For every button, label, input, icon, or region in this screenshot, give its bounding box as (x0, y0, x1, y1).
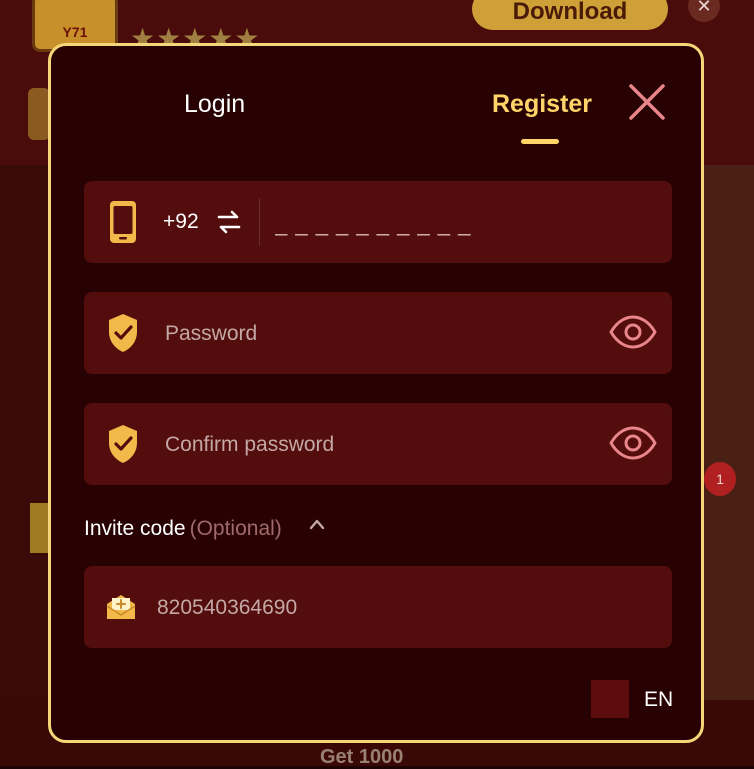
confirm-password-input[interactable] (163, 423, 587, 467)
download-button: Download (472, 0, 668, 30)
tab-login[interactable]: Login (184, 90, 245, 119)
register-modal: Login Register +92 _ _ _ _ _ _ _ _ _ _ I… (48, 43, 704, 743)
chevron-up-icon[interactable] (308, 516, 326, 532)
phone-number-input[interactable] (273, 203, 657, 245)
invite-code-toggle[interactable]: Invite code (Optional) (84, 517, 282, 541)
shield-check-icon (106, 423, 140, 465)
mail-plus-icon (104, 592, 138, 622)
shield-check-icon (106, 312, 140, 354)
background-side-icon (28, 88, 50, 140)
eye-icon[interactable] (608, 314, 658, 350)
language-label[interactable]: EN (644, 688, 673, 712)
field-divider (259, 198, 260, 246)
notification-badge: 1 (704, 462, 736, 496)
background-gold-box (30, 503, 50, 553)
country-code[interactable]: +92 (163, 210, 199, 234)
invite-code-input[interactable] (155, 586, 639, 630)
close-icon[interactable] (627, 82, 667, 122)
active-tab-indicator (521, 139, 559, 144)
invite-code-field (84, 566, 672, 648)
language-flag[interactable] (591, 680, 629, 718)
phone-icon (106, 201, 140, 243)
tab-register[interactable]: Register (492, 90, 592, 119)
invite-optional-label: (Optional) (189, 517, 282, 540)
password-input[interactable] (163, 312, 587, 356)
password-field (84, 292, 672, 374)
swap-arrows-icon[interactable] (217, 209, 241, 235)
invite-code-label: Invite code (84, 517, 186, 540)
confirm-password-field (84, 403, 672, 485)
eye-icon[interactable] (608, 425, 658, 461)
phone-field: +92 (84, 181, 672, 263)
